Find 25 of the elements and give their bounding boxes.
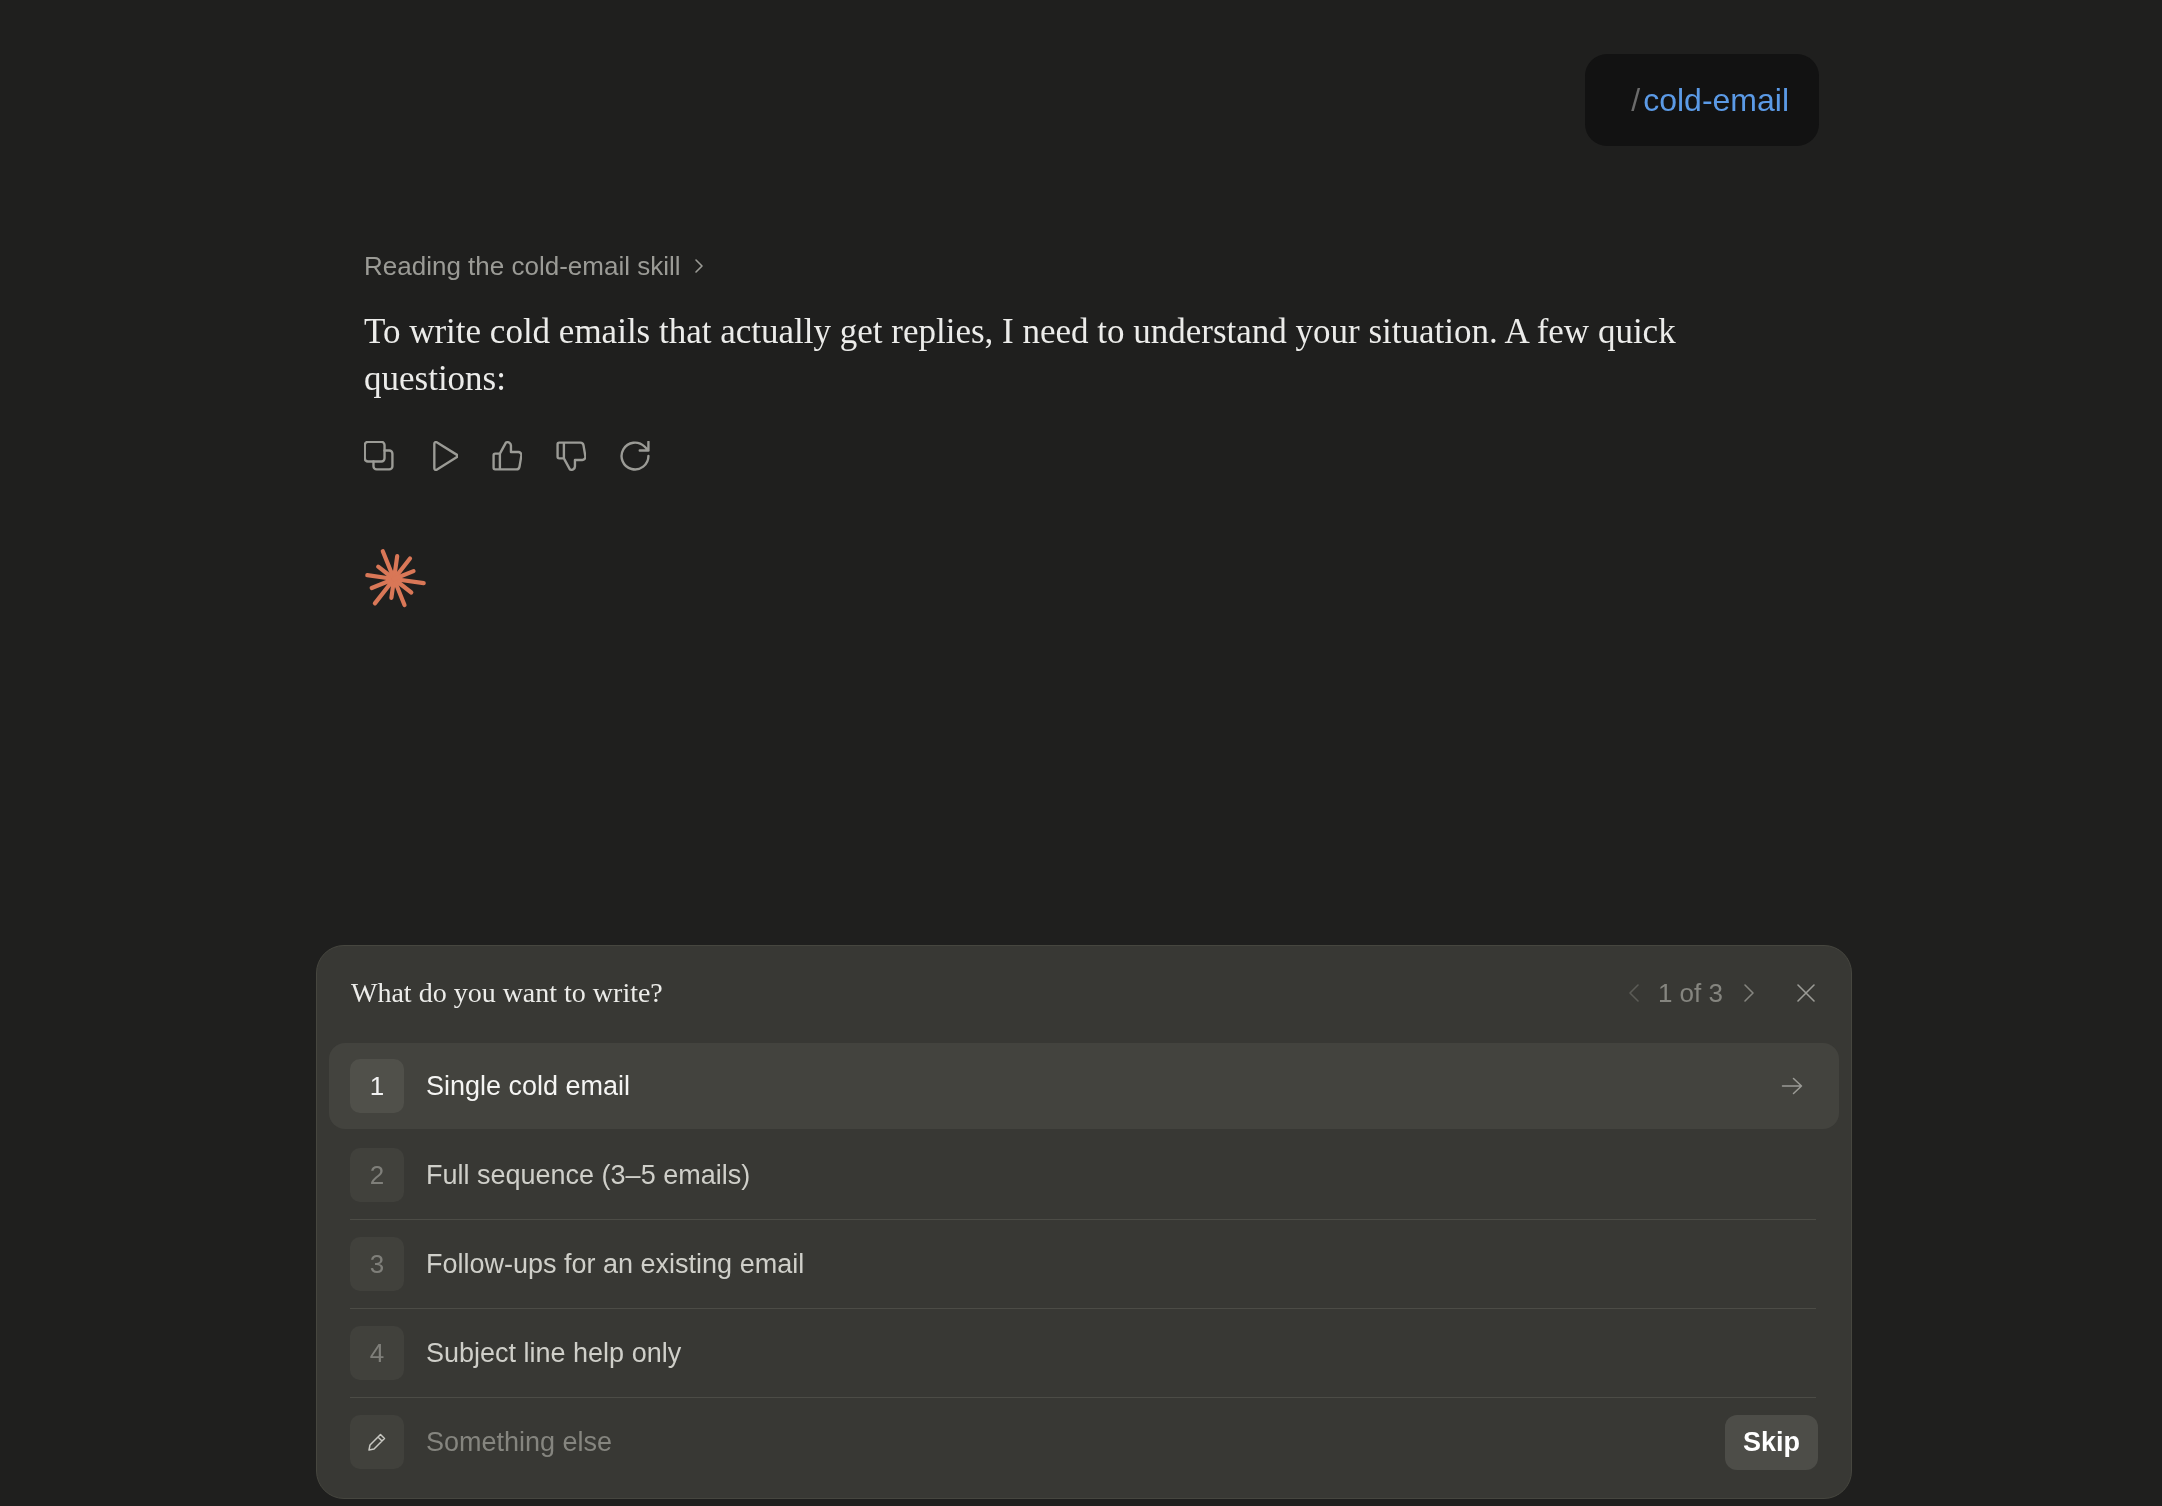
option-item[interactable]: 3 Follow-ups for an existing email — [329, 1221, 1839, 1307]
retry-icon[interactable] — [620, 441, 650, 471]
option-item[interactable]: 4 Subject line help only — [329, 1310, 1839, 1396]
skip-button[interactable]: Skip — [1724, 1414, 1818, 1470]
skill-status-toggle[interactable]: Reading the cold-email skill — [364, 248, 705, 284]
text-input[interactable]: Something else — [426, 1421, 1703, 1463]
option-number: 1 — [350, 1059, 404, 1113]
thumbs-down-icon[interactable] — [556, 441, 586, 471]
slash-prefix: / — [1631, 81, 1641, 120]
chevron-right-icon — [694, 258, 705, 274]
response-text: To write cold emails that actually get replies, I need to understand your situation. A few quick questions: — [364, 311, 1677, 400]
option-number: 4 — [350, 1326, 404, 1380]
option-item[interactable]: 1 Single cold email — [329, 1043, 1839, 1129]
chevron-right-icon[interactable] — [1743, 983, 1755, 1003]
copy-icon[interactable] — [364, 441, 394, 471]
question-title: What do you want to write? — [351, 976, 663, 1010]
command-text: cold-email — [1643, 81, 1789, 120]
thumbs-up-icon[interactable] — [492, 441, 522, 471]
page-counter: 1 of 3 — [1657, 976, 1723, 1010]
arrow-right-icon — [1781, 1077, 1803, 1095]
option-item[interactable]: 2 Full sequence (3–5 emails) — [329, 1132, 1839, 1218]
option-number: 2 — [350, 1148, 404, 1202]
option-number: 3 — [350, 1237, 404, 1291]
close-icon[interactable] — [1797, 984, 1815, 1002]
pencil-icon — [350, 1415, 404, 1469]
